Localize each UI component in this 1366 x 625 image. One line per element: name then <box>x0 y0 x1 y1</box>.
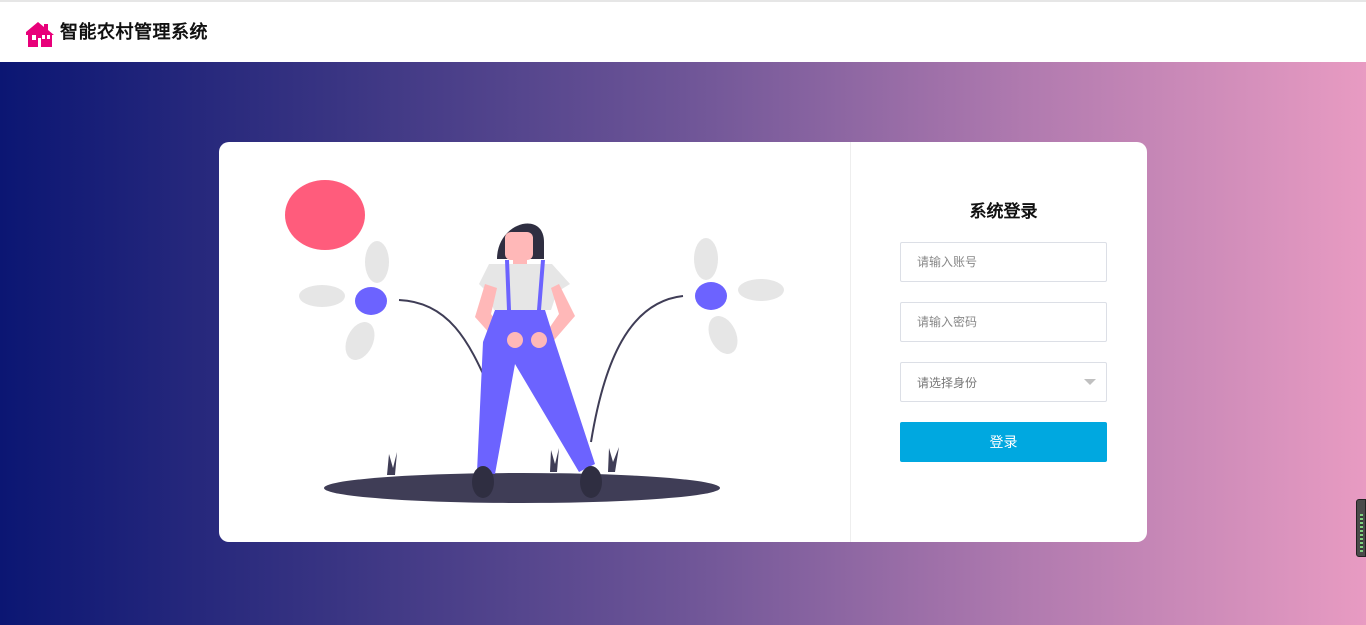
login-background: 系统登录 请选择身份 登录 <box>0 62 1366 625</box>
login-button[interactable]: 登录 <box>900 422 1107 462</box>
password-input[interactable] <box>900 302 1107 342</box>
app-title: 智能农村管理系统 <box>60 22 208 43</box>
chevron-down-icon <box>1084 379 1096 385</box>
ground-shadow <box>324 473 720 503</box>
role-select-placeholder: 请选择身份 <box>917 376 978 390</box>
login-title: 系统登录 <box>969 202 1038 222</box>
shoe-shape <box>580 466 602 498</box>
petal-shape <box>694 238 718 280</box>
flower-girl-illustration <box>285 180 784 503</box>
grass-shape <box>387 452 397 475</box>
flower-stem <box>590 295 684 443</box>
shoe-shape <box>472 466 494 498</box>
top-header: 智能农村管理系统 <box>0 0 1366 62</box>
card-divider <box>850 142 851 542</box>
grass-shape <box>608 447 619 472</box>
petal-shape <box>299 285 345 307</box>
petal-shape <box>738 279 784 301</box>
petal-shape <box>365 241 389 283</box>
meter-icon <box>1360 514 1363 552</box>
login-card: 系统登录 请选择身份 登录 <box>219 142 1147 542</box>
grass-shape <box>550 448 559 472</box>
flower-stem <box>398 299 490 388</box>
username-input[interactable] <box>900 242 1107 282</box>
petal-shape <box>708 316 738 354</box>
flower-center <box>355 287 387 315</box>
role-select[interactable]: 请选择身份 <box>900 362 1107 402</box>
petal-shape <box>345 322 375 360</box>
side-toolbar-handle[interactable] <box>1356 499 1366 557</box>
flower-center <box>695 282 727 310</box>
sun-shape <box>285 180 365 250</box>
house-icon <box>26 22 54 47</box>
